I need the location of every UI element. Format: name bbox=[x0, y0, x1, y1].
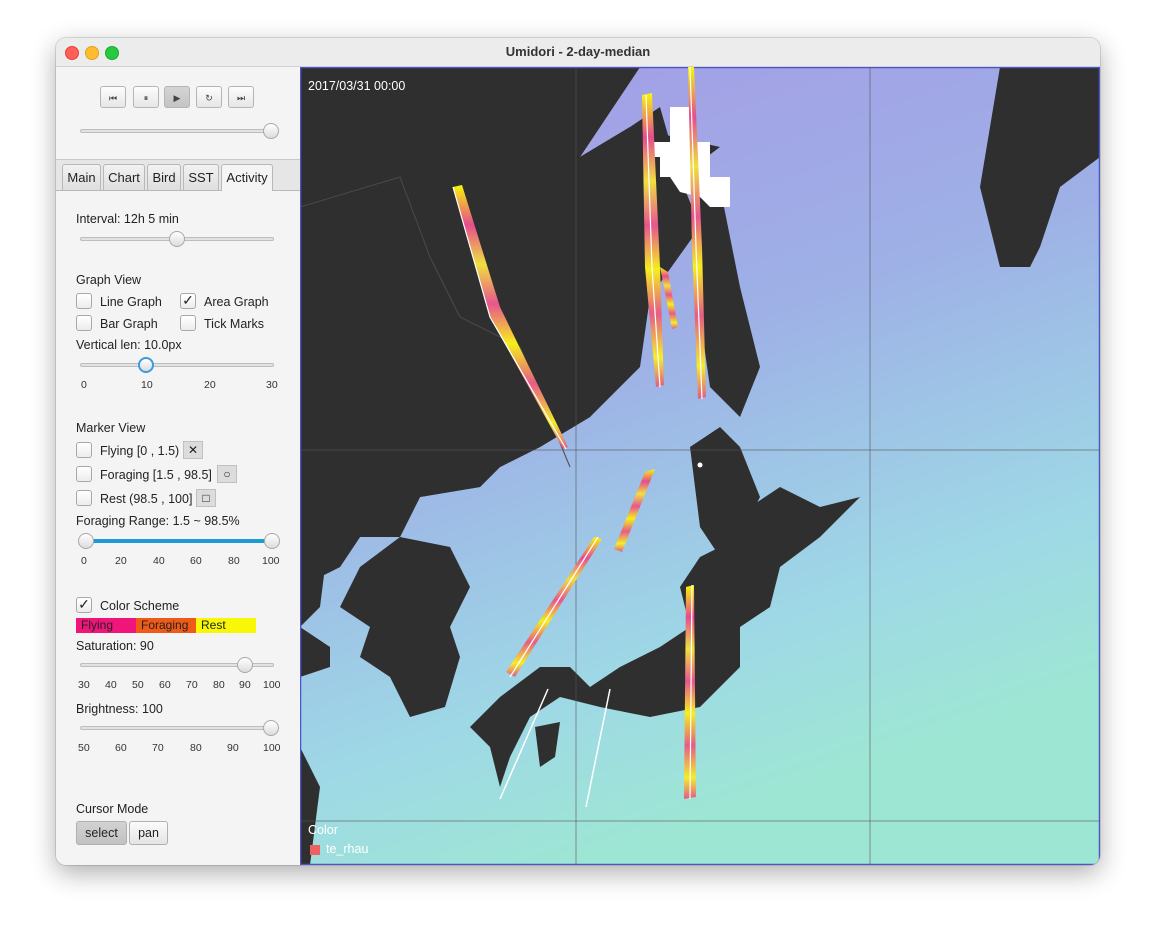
bar-graph-label: Bar Graph bbox=[100, 317, 158, 331]
flying-swatch: Flying bbox=[76, 618, 136, 633]
play-button[interactable]: ▶ bbox=[164, 86, 190, 108]
flying-marker-label: Flying [0 , 1.5) bbox=[100, 444, 180, 458]
play-icon: ▶ bbox=[173, 93, 181, 103]
flying-marker-checkbox[interactable] bbox=[76, 442, 92, 458]
foraging-range-label: Foraging Range: 1.5 ~ 98.5% bbox=[76, 514, 240, 528]
title-bar: Umidori - 2-day-median bbox=[56, 38, 1100, 67]
foraging-range-tick: 80 bbox=[228, 555, 240, 567]
foraging-range-fill bbox=[86, 539, 272, 543]
saturation-slider-thumb[interactable] bbox=[237, 657, 253, 673]
saturation-tick: 80 bbox=[213, 679, 225, 691]
circle-marker-icon: ○ bbox=[217, 465, 237, 483]
brightness-tick: 60 bbox=[115, 742, 127, 754]
foraging-swatch: Foraging bbox=[136, 618, 196, 633]
skip-end-icon: ⏭ bbox=[236, 93, 246, 103]
rest-marker-checkbox[interactable] bbox=[76, 490, 92, 506]
app-window: Umidori - 2-day-median ⏮ ⏸ ▶ ↻ ⏭ Main Ch… bbox=[56, 38, 1100, 865]
skip-start-button[interactable]: ⏮ bbox=[100, 86, 126, 108]
saturation-label: Saturation: 90 bbox=[76, 639, 154, 653]
skip-start-icon: ⏮ bbox=[108, 93, 118, 103]
foraging-range-tick: 100 bbox=[262, 555, 280, 567]
tab-bird[interactable]: Bird bbox=[147, 164, 181, 190]
vertical-len-label: Vertical len: 10.0px bbox=[76, 338, 182, 352]
legend-swatch bbox=[310, 845, 320, 855]
tab-sst[interactable]: SST bbox=[183, 164, 219, 190]
foraging-range-low-thumb[interactable] bbox=[78, 533, 94, 549]
saturation-tick: 60 bbox=[159, 679, 171, 691]
bar-graph-checkbox[interactable] bbox=[76, 315, 92, 331]
foraging-range-tick: 40 bbox=[153, 555, 165, 567]
legend-item-label: te_rhau bbox=[326, 842, 369, 856]
legend-title: Color bbox=[308, 823, 338, 837]
map-view[interactable]: 2017/03/31 00:00 Color te_rhau bbox=[300, 67, 1100, 865]
vertical-len-tick: 10 bbox=[141, 379, 153, 391]
saturation-tick: 70 bbox=[186, 679, 198, 691]
brightness-tick: 70 bbox=[152, 742, 164, 754]
foraging-swatch-label: Foraging bbox=[141, 618, 189, 632]
pause-icon: ⏸ bbox=[143, 93, 149, 103]
line-graph-label: Line Graph bbox=[100, 295, 162, 309]
color-scheme-checkbox[interactable]: ✓ bbox=[76, 597, 92, 613]
foraging-marker-label: Foraging [1.5 , 98.5] bbox=[100, 468, 212, 482]
control-sidebar: ⏮ ⏸ ▶ ↻ ⏭ Main Chart Bird SST Activity I… bbox=[56, 67, 300, 865]
cross-marker-icon: ✕ bbox=[183, 441, 203, 459]
area-graph-checkbox[interactable]: ✓ bbox=[180, 293, 196, 309]
pan-mode-button[interactable]: pan bbox=[129, 821, 168, 845]
rest-marker-label: Rest (98.5 , 100] bbox=[100, 492, 193, 506]
brightness-tick: 80 bbox=[190, 742, 202, 754]
window-title: Umidori - 2-day-median bbox=[505, 44, 651, 59]
select-mode-button[interactable]: select bbox=[76, 821, 127, 845]
tick-marks-checkbox[interactable] bbox=[180, 315, 196, 331]
brightness-tick: 100 bbox=[263, 742, 281, 754]
bird-position-dot bbox=[697, 462, 703, 468]
saturation-tick: 90 bbox=[239, 679, 251, 691]
skip-end-button[interactable]: ⏭ bbox=[228, 86, 254, 108]
line-graph-checkbox[interactable] bbox=[76, 293, 92, 309]
flying-swatch-label: Flying bbox=[81, 618, 114, 632]
graph-view-heading: Graph View bbox=[76, 273, 142, 287]
timeline-slider-thumb[interactable] bbox=[263, 123, 279, 139]
tab-activity[interactable]: Activity bbox=[221, 164, 273, 191]
rest-swatch-label: Rest bbox=[201, 618, 226, 632]
reload-button[interactable]: ↻ bbox=[196, 86, 222, 108]
saturation-tick: 50 bbox=[132, 679, 144, 691]
brightness-tick: 90 bbox=[227, 742, 239, 754]
saturation-tick: 40 bbox=[105, 679, 117, 691]
area-graph-label: Area Graph bbox=[204, 295, 269, 309]
interval-label: Interval: 12h 5 min bbox=[76, 212, 179, 226]
foraging-range-high-thumb[interactable] bbox=[264, 533, 280, 549]
map-timestamp: 2017/03/31 00:00 bbox=[308, 79, 406, 93]
reload-icon: ↻ bbox=[205, 93, 213, 103]
saturation-tick: 30 bbox=[78, 679, 90, 691]
vertical-len-slider-track[interactable] bbox=[80, 363, 274, 367]
tab-bar: Main Chart Bird SST Activity bbox=[56, 160, 300, 191]
foraging-marker-checkbox[interactable] bbox=[76, 466, 92, 482]
timeline-slider-track[interactable] bbox=[80, 129, 276, 133]
square-marker-icon: □ bbox=[196, 489, 216, 507]
vertical-len-slider-thumb[interactable] bbox=[138, 357, 154, 373]
brightness-slider-thumb[interactable] bbox=[263, 720, 279, 736]
brightness-slider-track[interactable] bbox=[80, 726, 274, 730]
marker-view-heading: Marker View bbox=[76, 421, 146, 435]
map-canvas[interactable] bbox=[300, 67, 1100, 865]
color-scheme-label: Color Scheme bbox=[100, 599, 180, 613]
pause-button[interactable]: ⏸ bbox=[133, 86, 159, 108]
playback-panel: ⏮ ⏸ ▶ ↻ ⏭ bbox=[56, 67, 300, 160]
brightness-tick: 50 bbox=[78, 742, 90, 754]
vertical-len-tick: 20 bbox=[204, 379, 216, 391]
cursor-mode-label: Cursor Mode bbox=[76, 802, 149, 816]
vertical-len-tick: 0 bbox=[81, 379, 87, 391]
brightness-label: Brightness: 100 bbox=[76, 702, 163, 716]
foraging-range-tick: 20 bbox=[115, 555, 127, 567]
tick-marks-label: Tick Marks bbox=[204, 317, 264, 331]
foraging-range-tick: 60 bbox=[190, 555, 202, 567]
vertical-len-tick: 30 bbox=[266, 379, 278, 391]
tab-chart[interactable]: Chart bbox=[103, 164, 145, 190]
tab-main[interactable]: Main bbox=[62, 164, 101, 190]
saturation-tick: 100 bbox=[263, 679, 281, 691]
interval-slider-thumb[interactable] bbox=[169, 231, 185, 247]
rest-swatch: Rest bbox=[196, 618, 256, 633]
foraging-range-tick: 0 bbox=[81, 555, 87, 567]
